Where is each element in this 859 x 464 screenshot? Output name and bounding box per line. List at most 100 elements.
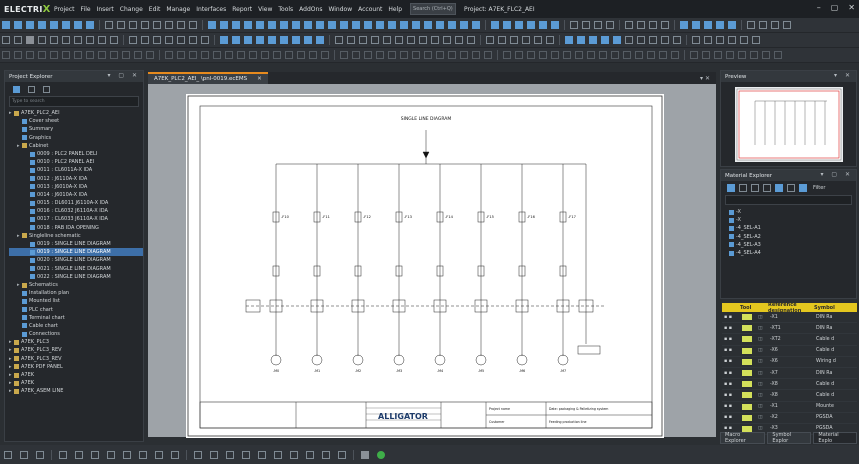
toolbar-tool-icon[interactable] xyxy=(74,36,82,44)
status-tool-icon[interactable] xyxy=(258,450,266,459)
toolbar-tool-icon[interactable] xyxy=(472,51,480,59)
toolbar-tool-icon[interactable] xyxy=(189,21,197,29)
toolbar-tool-icon[interactable] xyxy=(62,51,70,59)
toolbar-tool-icon[interactable] xyxy=(309,51,317,59)
toolbar-tool-icon[interactable] xyxy=(177,51,185,59)
toolbar-tool-icon[interactable] xyxy=(129,21,137,29)
toolbar-tool-icon[interactable] xyxy=(534,36,542,44)
list-icon[interactable] xyxy=(799,184,807,192)
table-row[interactable]: ▪ ▪ ◫ -X6 Cable d xyxy=(722,346,857,357)
preview-thumbnail[interactable] xyxy=(735,87,843,162)
filter-label[interactable]: Filter xyxy=(813,185,825,191)
toolbar-tool-icon[interactable] xyxy=(117,21,125,29)
toolbar-tool-icon[interactable] xyxy=(232,36,240,44)
tree-item[interactable]: 0016 : CL6032 J6110A-X IDA xyxy=(9,207,143,215)
status-tool-icon[interactable] xyxy=(36,450,44,459)
toolbar-tool-icon[interactable] xyxy=(14,21,22,29)
tree-item[interactable]: ▸ Singleline schematic xyxy=(9,232,143,240)
toolbar-tool-icon[interactable] xyxy=(388,21,396,29)
tree-item[interactable]: 0013 : J6010A-X IDA xyxy=(9,183,143,191)
status-tool-icon[interactable] xyxy=(139,450,147,459)
toolbar-tool-icon[interactable] xyxy=(783,21,791,29)
tree-item[interactable]: ▸ A7EK_ASEM LINE xyxy=(9,387,143,395)
new-icon[interactable] xyxy=(13,85,20,93)
toolbar-tool-icon[interactable] xyxy=(613,36,621,44)
toolbar-tool-icon[interactable] xyxy=(110,36,118,44)
toolbar-tool-icon[interactable] xyxy=(273,51,281,59)
toolbar-tool-icon[interactable] xyxy=(460,21,468,29)
toolbar-tool-icon[interactable] xyxy=(467,36,475,44)
toolbar-tool-icon[interactable] xyxy=(249,51,257,59)
toolbar-tool-icon[interactable] xyxy=(297,51,305,59)
menu-item-insert[interactable]: Insert xyxy=(97,6,114,13)
schematic-sheet[interactable]: SINGLE LINE DIAGRAM -F10 -M0 -F11 -M1 -F12 -M… xyxy=(186,94,664,438)
tab-close-icon[interactable]: ✕ xyxy=(257,76,262,82)
menu-item-view[interactable]: View xyxy=(258,6,272,13)
tree-item[interactable]: 0018 : PAB IDA OPENING xyxy=(9,224,143,232)
toolbar-tool-icon[interactable] xyxy=(460,51,468,59)
toolbar-tool-icon[interactable] xyxy=(774,51,782,59)
toolbar-tool-icon[interactable] xyxy=(728,21,736,29)
status-tool-icon[interactable] xyxy=(338,450,346,459)
material-item[interactable]: -4_SEL-A4 xyxy=(729,249,856,257)
table-row[interactable]: ▪ ▪ ◫ -X1 DIN Ra xyxy=(722,312,857,324)
tree-item[interactable]: ▸ A7EK_PLC3_REV xyxy=(9,355,143,363)
status-tool-icon[interactable] xyxy=(242,450,250,459)
toolbar-tool-icon[interactable] xyxy=(570,21,578,29)
toolbar-tool-icon[interactable] xyxy=(328,21,336,29)
maximize-icon[interactable]: ▢ xyxy=(831,3,839,12)
menu-item-edit[interactable]: Edit xyxy=(149,6,161,13)
toolbar-tool-icon[interactable] xyxy=(673,36,681,44)
toolbar-tool-icon[interactable] xyxy=(649,21,657,29)
toolbar-tool-icon[interactable] xyxy=(237,51,245,59)
toolbar-tool-icon[interactable] xyxy=(50,51,58,59)
tree-item[interactable]: 0019 : SINGLE LINE DIAGRAM xyxy=(9,240,143,248)
toolbar-tool-icon[interactable] xyxy=(340,51,348,59)
toolbar-tool-icon[interactable] xyxy=(201,36,209,44)
tree-item[interactable]: 0012 : J6110A-X IDA xyxy=(9,175,143,183)
toolbar-tool-icon[interactable] xyxy=(26,51,34,59)
toolbar-tool-icon[interactable] xyxy=(680,21,688,29)
toolbar-tool-icon[interactable] xyxy=(86,51,94,59)
toolbar-tool-icon[interactable] xyxy=(352,51,360,59)
material-item[interactable]: -4_SEL-A3 xyxy=(729,241,856,249)
toolbar-tool-icon[interactable] xyxy=(400,21,408,29)
toolbar-tool-icon[interactable] xyxy=(431,36,439,44)
table-row[interactable]: ▪ ▪ ◫ -X1 Mounte xyxy=(722,402,857,413)
toolbar-tool-icon[interactable] xyxy=(395,36,403,44)
tree-item[interactable]: ▸ A7EK_PLC2_AEI xyxy=(9,109,143,117)
toolbar-tool-icon[interactable] xyxy=(649,36,657,44)
toolbar-tool-icon[interactable] xyxy=(486,36,494,44)
material-item[interactable]: -4_SEL-A2 xyxy=(729,233,856,241)
toolbar-tool-icon[interactable] xyxy=(546,36,554,44)
status-tool-icon[interactable] xyxy=(306,450,314,459)
menu-item-window[interactable]: Window xyxy=(328,6,352,13)
toolbar-tool-icon[interactable] xyxy=(376,21,384,29)
status-tool-icon[interactable] xyxy=(361,450,369,459)
menu-item-account[interactable]: Account xyxy=(358,6,382,13)
tree-item[interactable]: 0019 : SINGLE LINE DIAGRAM xyxy=(9,248,143,257)
tree-item[interactable]: Installation plan xyxy=(9,289,143,297)
toolbar-tool-icon[interactable] xyxy=(153,36,161,44)
toolbar-tool-icon[interactable] xyxy=(424,21,432,29)
toolbar-tool-icon[interactable] xyxy=(268,36,276,44)
panel-buttons[interactable]: ▾ ▢ ✕ xyxy=(107,72,140,79)
toolbar-tool-icon[interactable] xyxy=(98,51,106,59)
toolbar-tool-icon[interactable] xyxy=(594,21,602,29)
refresh-icon[interactable] xyxy=(739,184,747,192)
menu-item-tools[interactable]: Tools xyxy=(278,6,293,13)
table-row[interactable]: ▪ ▪ ◫ -XT2 Cable d xyxy=(722,334,857,346)
toolbar-tool-icon[interactable] xyxy=(74,21,82,29)
tree-item[interactable]: 0015 : DL6011 J6110A-X IDA xyxy=(9,199,143,207)
toolbar-tool-icon[interactable] xyxy=(347,36,355,44)
status-tool-icon[interactable] xyxy=(274,450,282,459)
toolbar-tool-icon[interactable] xyxy=(165,21,173,29)
toolbar-tool-icon[interactable] xyxy=(671,51,679,59)
tree-item[interactable]: Graphics xyxy=(9,134,143,142)
tree-item[interactable]: ▸ A7EK_PLC3 xyxy=(9,338,143,346)
toolbar-tool-icon[interactable] xyxy=(364,21,372,29)
toolbar-tool-icon[interactable] xyxy=(153,21,161,29)
toolbar-tool-icon[interactable] xyxy=(38,36,46,44)
toolbar-tool-icon[interactable] xyxy=(637,21,645,29)
toolbar-tool-icon[interactable] xyxy=(62,21,70,29)
